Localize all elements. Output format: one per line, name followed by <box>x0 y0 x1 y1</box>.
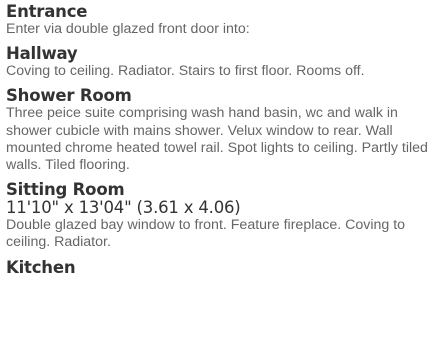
section-heading-hallway: Hallway <box>6 44 78 64</box>
property-description: Entrance Enter via double glazed front d… <box>6 2 430 283</box>
section-hallway: Hallway Coving to ceiling. Radiator. Sta… <box>6 44 430 80</box>
section-text-sitting-room: Double glazed bay window to front. Featu… <box>6 217 406 251</box>
section-sitting-room: Sitting Room 11'10" x 13'04" (3.61 x 4.0… <box>6 180 430 251</box>
section-heading-kitchen: Kitchen <box>6 257 76 277</box>
section-heading-shower-room: Shower Room <box>6 86 132 106</box>
section-heading-entrance: Entrance <box>6 2 88 21</box>
section-shower-room: Shower Room Three peice suite comprising… <box>6 86 430 174</box>
section-text-shower-room: Three peice suite comprising wash hand b… <box>6 105 428 174</box>
section-dimensions-sitting-room: 11'10" x 13'04" (3.61 x 4.06) <box>6 198 241 218</box>
section-kitchen: Kitchen <box>6 258 430 277</box>
section-text-hallway: Coving to ceiling. Radiator. Stairs to f… <box>6 63 365 80</box>
section-entrance: Entrance Enter via double glazed front d… <box>6 2 430 38</box>
section-heading-sitting-room: Sitting Room <box>6 180 125 200</box>
section-text-entrance: Enter via double glazed front door into: <box>6 21 250 37</box>
